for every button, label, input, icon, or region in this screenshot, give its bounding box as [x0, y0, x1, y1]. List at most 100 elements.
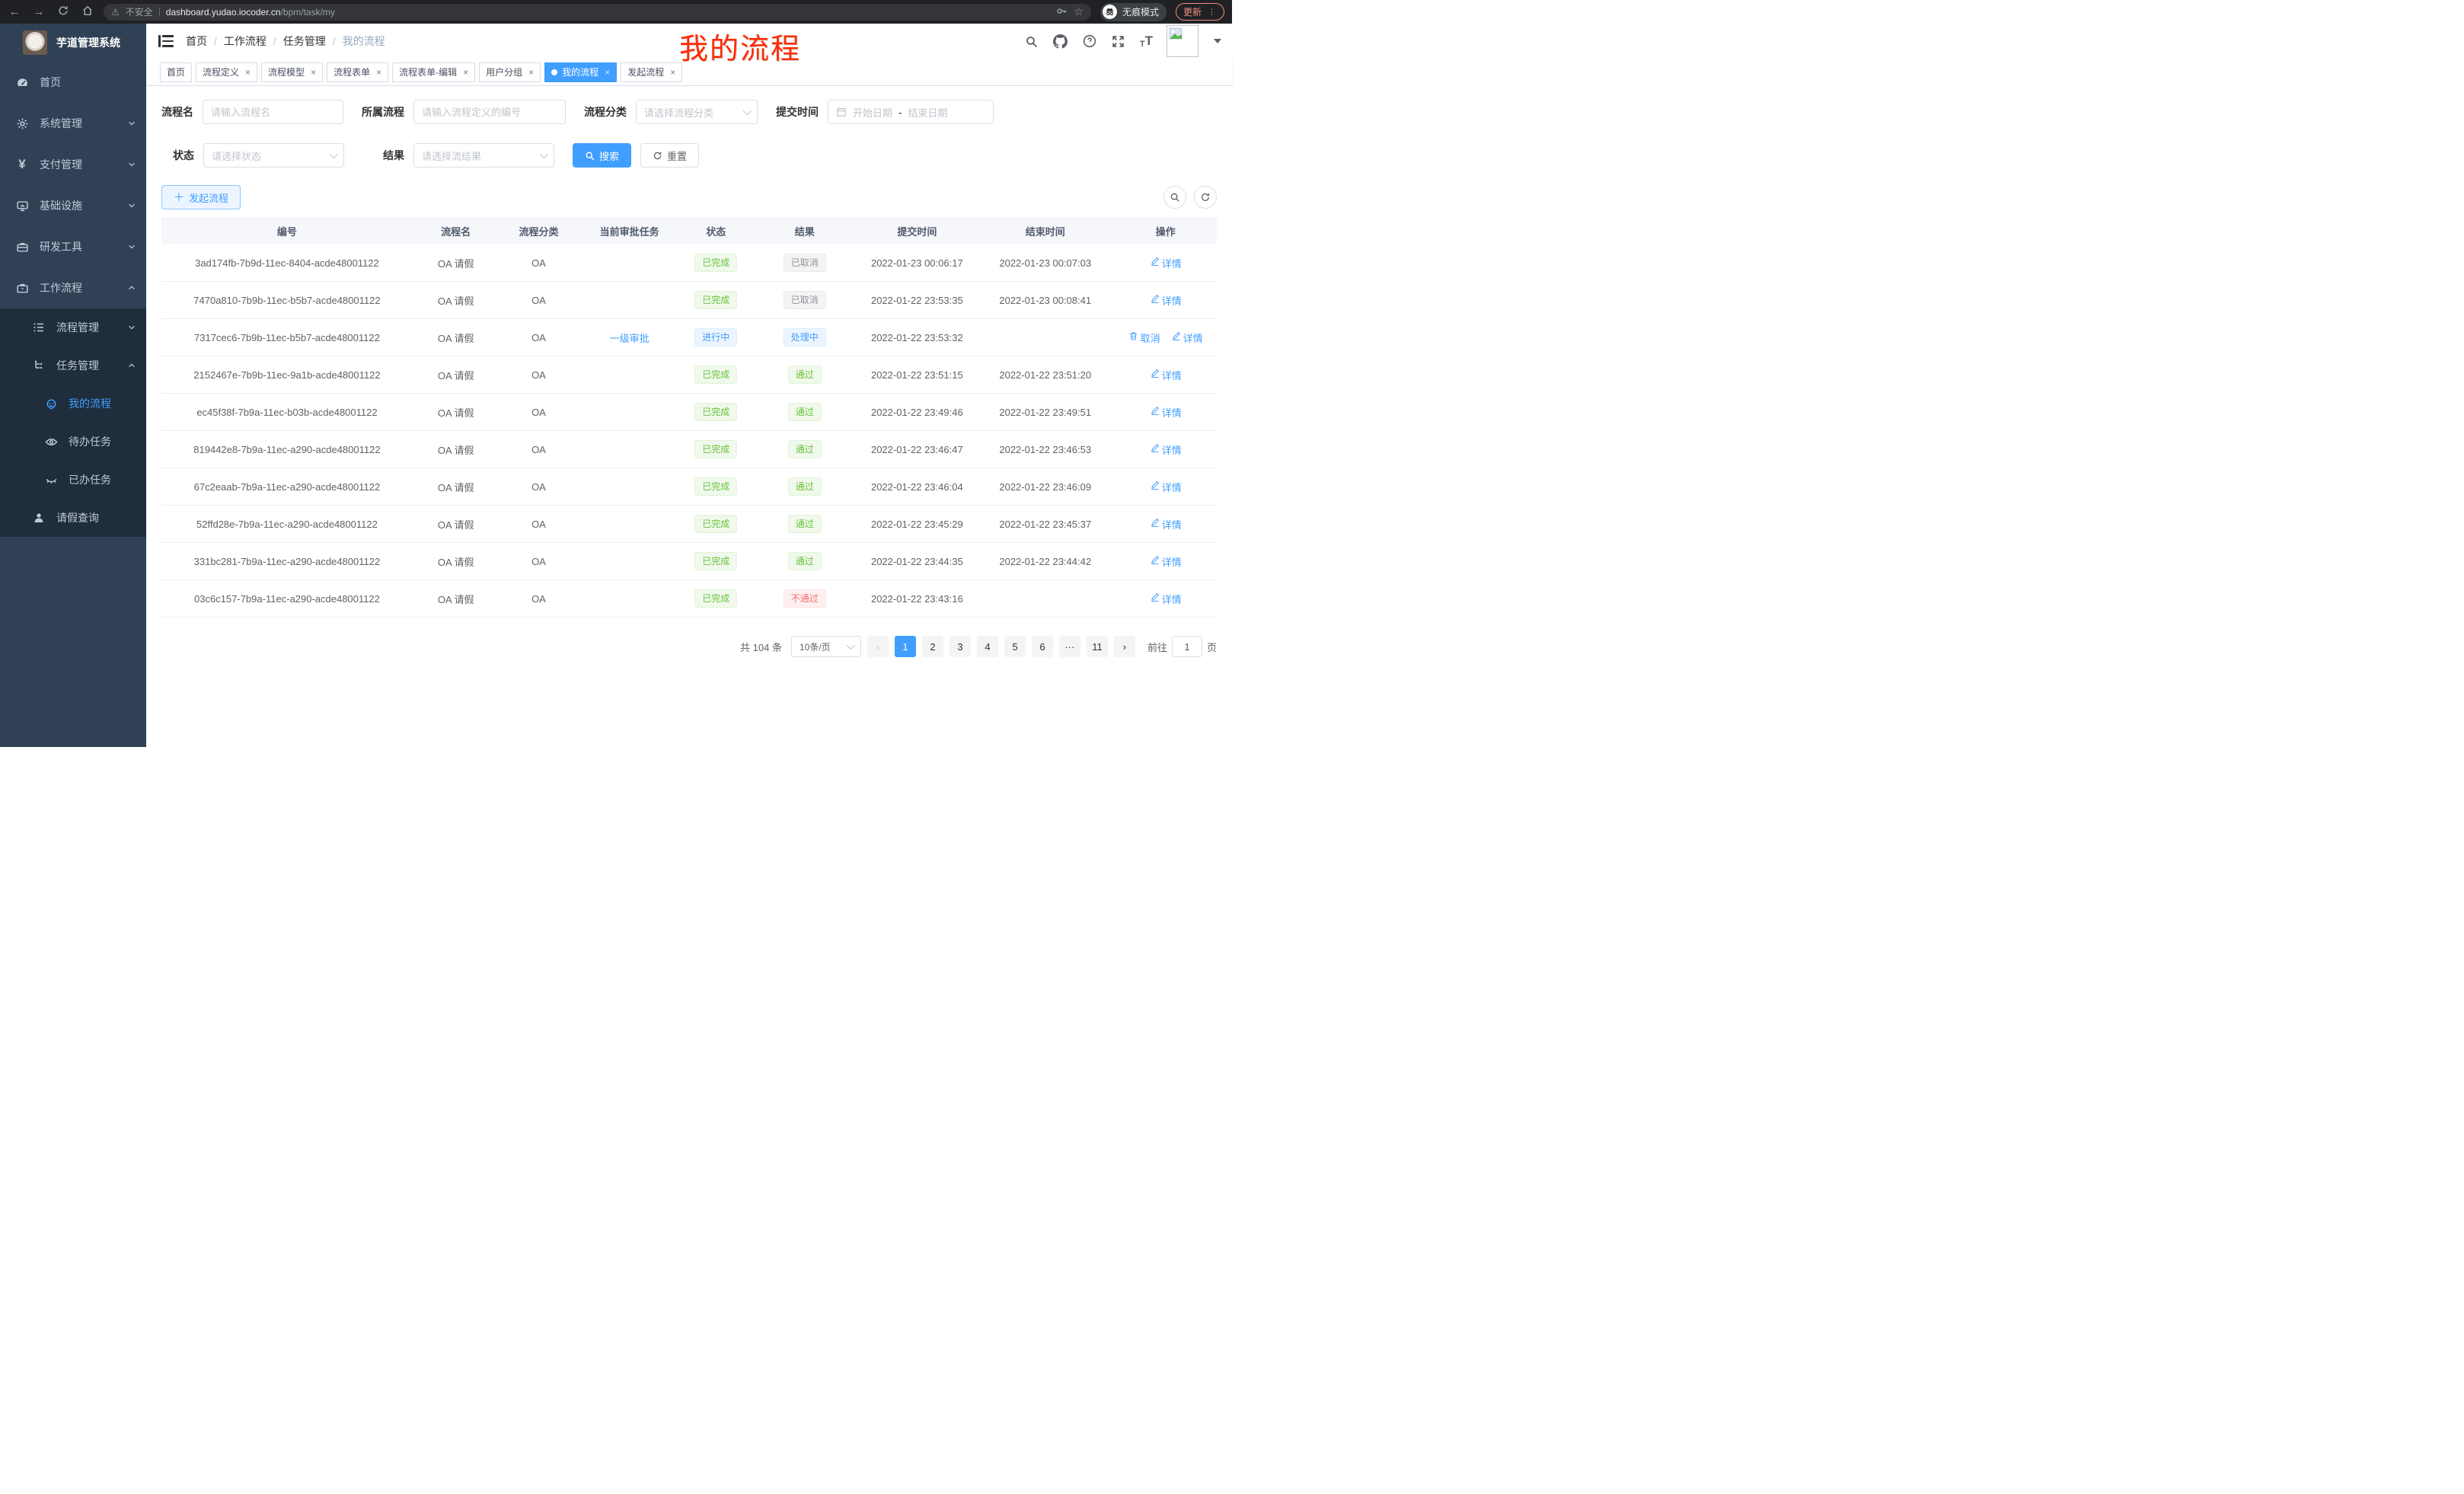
detail-link[interactable]: 详情: [1150, 368, 1182, 382]
sidebar-item-label: 已办任务: [69, 472, 136, 487]
sidebar-item-leave-query[interactable]: 请假查询: [0, 499, 146, 537]
avatar[interactable]: [1167, 25, 1198, 57]
address-bar[interactable]: ⚠ 不安全 dashboard.yudao.iocoder.cn/bpm/tas…: [104, 4, 1091, 21]
detail-link[interactable]: 详情: [1150, 480, 1182, 494]
tab-label: 用户分组: [486, 65, 522, 78]
back-icon[interactable]: ←: [8, 5, 21, 18]
cell-submit-time: 2022-01-22 23:44:35: [858, 543, 976, 579]
breadcrumb-workflow[interactable]: 工作流程: [224, 34, 267, 49]
refresh-table-button[interactable]: [1194, 186, 1217, 209]
next-page-button[interactable]: ›: [1114, 636, 1135, 657]
cell-actions: 详情: [1115, 580, 1217, 617]
page-size-select[interactable]: 10条/页: [791, 636, 861, 657]
browser-update-button[interactable]: 更新 ⋮: [1176, 3, 1224, 21]
breadcrumb-home[interactable]: 首页: [186, 34, 207, 49]
current-task-link[interactable]: 一级审批: [610, 330, 650, 345]
tab-用户分组[interactable]: 用户分组 ×: [479, 62, 541, 82]
browser-menu-icon[interactable]: ⋮: [1208, 7, 1217, 17]
page-button-4[interactable]: 4: [977, 636, 998, 657]
tab-close-icon[interactable]: ×: [311, 67, 316, 78]
detail-link[interactable]: 详情: [1171, 330, 1203, 345]
column-header: 当前审批任务: [578, 217, 680, 244]
sidebar-item-system[interactable]: 系统管理: [0, 103, 146, 144]
filter-row-1: 流程名 所属流程 流程分类 请选择流程分类 提交时间 开始日期 -: [161, 100, 1217, 124]
category-select[interactable]: 请选择流程分类: [636, 100, 758, 124]
status-select[interactable]: 请选择状态: [203, 143, 344, 168]
tab-close-icon[interactable]: ×: [376, 67, 381, 78]
tab-close-icon[interactable]: ×: [605, 67, 610, 78]
page-button-11[interactable]: 11: [1087, 636, 1108, 657]
page-button-6[interactable]: 6: [1032, 636, 1053, 657]
show-search-button[interactable]: [1163, 186, 1186, 209]
search-button[interactable]: 搜索: [573, 143, 631, 168]
cancel-link[interactable]: 取消: [1128, 330, 1160, 345]
tab-close-icon[interactable]: ×: [245, 67, 251, 78]
github-icon[interactable]: [1053, 34, 1068, 49]
search-icon[interactable]: [1024, 34, 1039, 49]
table-row: 3ad174fb-7b9d-11ec-8404-acde48001122OA 请…: [161, 244, 1217, 282]
detail-link[interactable]: 详情: [1150, 517, 1182, 532]
page-button-5[interactable]: 5: [1004, 636, 1026, 657]
process-name-input[interactable]: [211, 107, 335, 118]
sidebar-item-done-tasks[interactable]: 已办任务: [0, 461, 146, 499]
detail-link[interactable]: 详情: [1150, 256, 1182, 270]
process-definition-input[interactable]: [422, 107, 557, 118]
sidebar-toggle-icon[interactable]: [158, 35, 174, 47]
tab-首页[interactable]: 首页: [160, 62, 192, 82]
cell-category: OA: [500, 356, 579, 393]
breadcrumb-task-mgmt[interactable]: 任务管理: [283, 34, 326, 49]
tab-流程表单[interactable]: 流程表单×: [327, 62, 388, 82]
font-size-icon[interactable]: TT: [1140, 34, 1153, 49]
bookmark-star-icon[interactable]: ☆: [1074, 5, 1084, 18]
help-icon[interactable]: [1082, 34, 1097, 49]
reload-icon[interactable]: [56, 5, 70, 19]
process-name-label: 流程名: [161, 104, 193, 120]
more-pages-button[interactable]: ···: [1059, 636, 1080, 657]
detail-link[interactable]: 详情: [1150, 592, 1182, 606]
prev-page-button[interactable]: ‹: [867, 636, 889, 657]
sidebar-item-my-process[interactable]: 我的流程: [0, 385, 146, 423]
tab-发起流程[interactable]: 发起流程×: [621, 62, 682, 82]
sidebar-item-infra[interactable]: 基础设施: [0, 185, 146, 226]
password-key-icon[interactable]: [1056, 5, 1068, 19]
avatar-caret-icon[interactable]: [1214, 39, 1221, 43]
edit-icon: [1171, 331, 1181, 343]
goto-page-input[interactable]: [1172, 636, 1202, 657]
tab-流程模型[interactable]: 流程模型×: [261, 62, 323, 82]
tab-close-icon[interactable]: ×: [528, 67, 534, 78]
forward-icon[interactable]: →: [32, 5, 46, 18]
sidebar-item-task-mgmt[interactable]: 任务管理: [0, 346, 146, 385]
page-button-2[interactable]: 2: [922, 636, 943, 657]
action-label: 详情: [1162, 554, 1182, 569]
home-icon[interactable]: [81, 5, 94, 19]
sidebar-item-todo-tasks[interactable]: 待办任务: [0, 423, 146, 461]
detail-link[interactable]: 详情: [1150, 405, 1182, 420]
tab-close-icon[interactable]: ×: [463, 67, 468, 78]
page-button-3[interactable]: 3: [950, 636, 971, 657]
fullscreen-icon[interactable]: [1111, 34, 1126, 49]
detail-link[interactable]: 详情: [1150, 442, 1182, 457]
sidebar-item-home[interactable]: 首页: [0, 62, 146, 103]
chevron-down-icon: [128, 324, 136, 331]
sidebar-item-process-mgmt[interactable]: 流程管理: [0, 308, 146, 346]
tab-我的流程[interactable]: 我的流程×: [544, 62, 617, 82]
app-logo[interactable]: 芋道管理系统: [0, 24, 146, 62]
cell-process-name: OA 请假: [413, 543, 500, 579]
page-button-1[interactable]: 1: [895, 636, 916, 657]
divider: [159, 8, 160, 17]
sidebar-item-devtools[interactable]: 研发工具: [0, 226, 146, 267]
tab-流程定义[interactable]: 流程定义×: [196, 62, 257, 82]
tab-close-icon[interactable]: ×: [670, 67, 675, 78]
cell-result: 通过: [752, 543, 858, 579]
action-label: 取消: [1141, 330, 1160, 345]
result-select[interactable]: 请选择流结果: [413, 143, 554, 168]
detail-link[interactable]: 详情: [1150, 293, 1182, 308]
reset-button[interactable]: 重置: [640, 143, 699, 168]
start-process-button[interactable]: ＋ 发起流程: [161, 185, 241, 209]
sidebar-item-payment[interactable]: ¥ 支付管理: [0, 144, 146, 185]
date-range-picker[interactable]: 开始日期 - 结束日期: [828, 100, 994, 124]
cell-current-task: [578, 282, 680, 318]
sidebar-item-workflow[interactable]: 工作流程: [0, 267, 146, 308]
tab-流程表单-编辑[interactable]: 流程表单-编辑×: [392, 62, 475, 82]
detail-link[interactable]: 详情: [1150, 554, 1182, 569]
